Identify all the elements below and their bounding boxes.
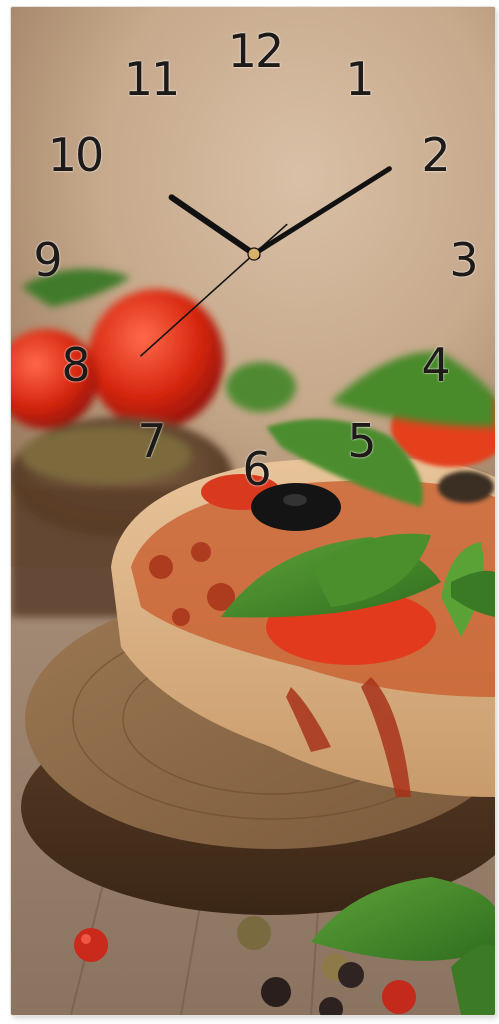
clock-hour-hand	[168, 194, 261, 260]
product-image-frame: 12 1 2 3 4 5 6 7 8 9 10 11	[11, 7, 495, 1015]
clock-minute-hand	[248, 166, 392, 259]
clock-hands	[140, 166, 392, 357]
clock-second-hand	[140, 223, 288, 357]
clock-center-cap	[247, 247, 261, 261]
